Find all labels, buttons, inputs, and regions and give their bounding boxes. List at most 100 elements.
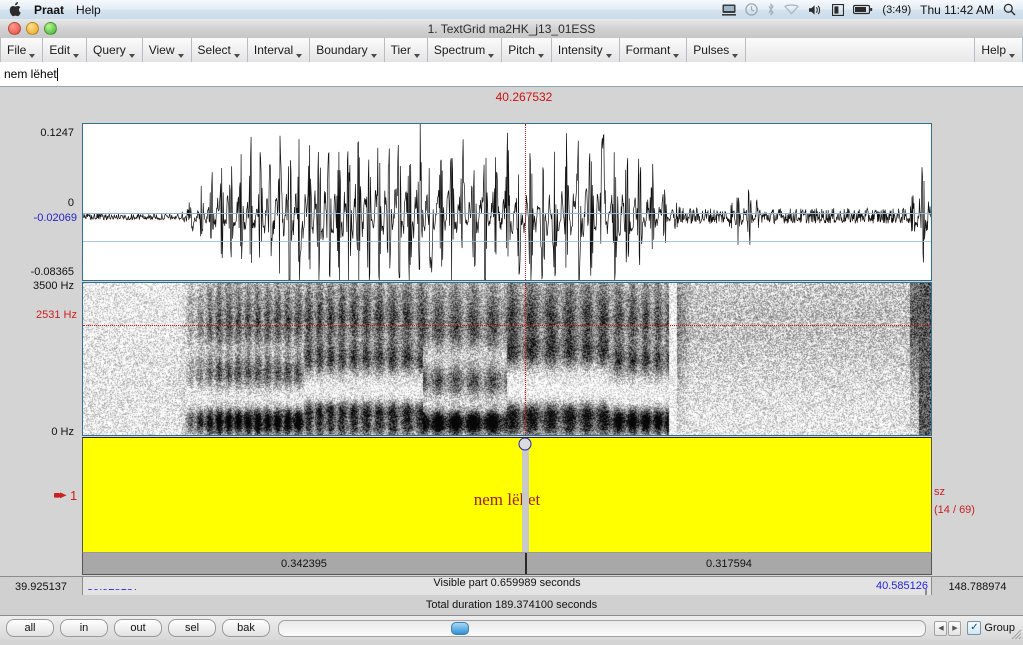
selection-end-time[interactable]: 40.585126 xyxy=(862,576,932,595)
chevron-down-icon xyxy=(488,54,495,58)
menu-help[interactable]: Help xyxy=(76,3,101,17)
input-source-icon[interactable] xyxy=(832,3,845,16)
interval-label-text: nem lëhet xyxy=(473,490,541,509)
scroll-arrows: ◀ ▶ xyxy=(934,620,962,636)
menu-item-label: Select xyxy=(197,43,231,57)
display-sharing-icon[interactable] xyxy=(722,4,737,16)
interval-text-value: nem lëhet xyxy=(4,67,57,81)
chevron-down-icon xyxy=(673,54,680,58)
menu-item-label: View xyxy=(148,43,175,57)
menu-item-boundary[interactable]: Boundary xyxy=(310,38,385,62)
menu-item-label: Interval xyxy=(253,43,294,57)
menu-item-interval[interactable]: Interval xyxy=(247,38,311,62)
bottom-toolbar: all in out sel bak ◀ ▶ ✓ Group xyxy=(0,616,1023,640)
chevron-down-icon xyxy=(177,54,184,58)
menu-item-query[interactable]: Query xyxy=(87,38,143,62)
menu-item-select[interactable]: Select xyxy=(191,38,248,62)
chevron-down-icon xyxy=(537,54,544,58)
window-title: 1. TextGrid ma2HK_j13_01ESS xyxy=(427,21,596,36)
arrow-left-icon[interactable]: ◀ xyxy=(934,620,948,636)
search-icon[interactable] xyxy=(1003,3,1016,16)
menu-spacer xyxy=(746,38,975,62)
chevron-down-icon xyxy=(732,54,739,58)
tier-cursor-bar[interactable] xyxy=(522,438,529,552)
menu-item-label: Spectrum xyxy=(433,43,486,57)
waveform-selected-amplitude-label: -0.02069 xyxy=(33,212,77,224)
menu-item-file[interactable]: File xyxy=(0,38,44,62)
battery-time-label: (3:49) xyxy=(882,3,912,16)
menu-status-items: (3:49) Thu 11:42 AM xyxy=(722,3,1023,17)
arrow-right-icon[interactable]: ▶ xyxy=(948,620,962,636)
bluetooth-icon[interactable] xyxy=(767,3,775,16)
menu-item-label: Tier xyxy=(390,43,411,57)
tier-name-label: sz xyxy=(934,486,945,498)
zoom-out-button[interactable]: out xyxy=(114,619,162,637)
spectrogram-panel[interactable] xyxy=(82,282,932,436)
menu-item-tier[interactable]: Tier xyxy=(384,38,428,62)
chevron-down-icon xyxy=(413,54,420,58)
horizontal-scrollbar[interactable] xyxy=(278,619,927,637)
selection-start-time[interactable]: 39.925137 xyxy=(82,577,926,596)
spectrogram-bottom-label: 0 Hz xyxy=(51,426,74,438)
waveform-panel[interactable] xyxy=(82,123,932,281)
spectrogram-frequency-line xyxy=(83,325,931,326)
window-end-time: 148.788974 xyxy=(948,580,1007,593)
chevron-down-icon xyxy=(605,54,612,58)
menu-item-label: Pitch xyxy=(508,43,535,57)
editor-canvas: 40.267532 0.1247 0 -0.02069 -0.08365 350… xyxy=(0,87,1023,576)
menu-app-name[interactable]: Praat xyxy=(34,3,64,17)
praat-menu-bar: File Edit Query View Select Interval Bou… xyxy=(0,38,1023,63)
tier-cursor-knob[interactable] xyxy=(518,438,532,451)
interval-duration-strip: 0.342395 0.317594 xyxy=(82,553,932,575)
menu-item-label: Query xyxy=(93,43,126,57)
menu-item-pitch[interactable]: Pitch xyxy=(502,38,552,62)
spectrogram-top-label: 3500 Hz xyxy=(33,280,74,292)
tier-interval-count-label: (14 / 69) xyxy=(934,504,975,516)
time-machine-icon[interactable] xyxy=(745,3,759,16)
menu-item-intensity[interactable]: Intensity xyxy=(551,38,620,62)
menu-item-label: Intensity xyxy=(557,43,603,57)
zoom-all-button[interactable]: all xyxy=(6,619,54,637)
waveform-zero-line xyxy=(83,213,931,214)
volume-icon[interactable] xyxy=(808,4,823,16)
duration-left-cell: 0.342395 xyxy=(83,553,525,574)
spectrogram-cursor-line xyxy=(525,283,526,435)
chevron-down-icon xyxy=(370,54,377,58)
chevron-down-icon xyxy=(296,54,303,58)
chevron-down-icon xyxy=(73,54,80,58)
macos-menu-bar: Praat Help (3:49) Thu 11:42 AM xyxy=(0,0,1023,20)
group-checkbox[interactable]: ✓ xyxy=(967,621,982,635)
duration-right-cell: 0.317594 xyxy=(525,553,931,574)
interval-text-entry[interactable]: nem lëhet xyxy=(0,62,1023,87)
menu-item-edit[interactable]: Edit xyxy=(43,38,88,62)
menu-item-formant[interactable]: Formant xyxy=(619,38,688,62)
menu-item-view[interactable]: View xyxy=(142,38,192,62)
pointing-hand-icon[interactable] xyxy=(54,491,68,503)
apple-logo-icon[interactable] xyxy=(9,2,22,17)
menu-item-pulses[interactable]: Pulses xyxy=(687,38,747,62)
window-resize-handle[interactable] xyxy=(1010,627,1022,640)
airport-wifi-icon[interactable] xyxy=(784,4,800,15)
menu-item-label: Help xyxy=(981,43,1006,57)
total-duration-bar: Total duration 189.374100 seconds xyxy=(0,595,1023,616)
scrollbar-thumb[interactable] xyxy=(451,621,469,635)
menu-item-label: Formant xyxy=(625,43,671,57)
zoom-selection-button[interactable]: sel xyxy=(168,619,216,637)
waveform-cursor-line xyxy=(525,124,526,280)
waveform-selected-amplitude-line xyxy=(83,241,931,242)
waveform-trace xyxy=(83,124,931,280)
battery-icon[interactable] xyxy=(853,4,873,15)
zoom-in-button[interactable]: in xyxy=(60,619,108,637)
chevron-down-icon xyxy=(29,54,36,58)
menu-item-label: Boundary xyxy=(316,43,368,57)
menu-item-help[interactable]: Help xyxy=(974,38,1023,62)
zoom-back-button[interactable]: bak xyxy=(222,619,270,637)
clock-label[interactable]: Thu 11:42 AM xyxy=(920,3,994,17)
total-duration-label: Total duration 189.374100 seconds xyxy=(425,599,598,611)
tier-interval-panel[interactable]: nem lëhet xyxy=(82,437,932,553)
text-caret xyxy=(56,67,58,81)
cursor-time-label: 40.267532 xyxy=(495,90,553,104)
menu-item-label: Pulses xyxy=(693,43,730,57)
menu-item-label: File xyxy=(7,43,27,57)
menu-item-spectrum[interactable]: Spectrum xyxy=(427,38,503,62)
